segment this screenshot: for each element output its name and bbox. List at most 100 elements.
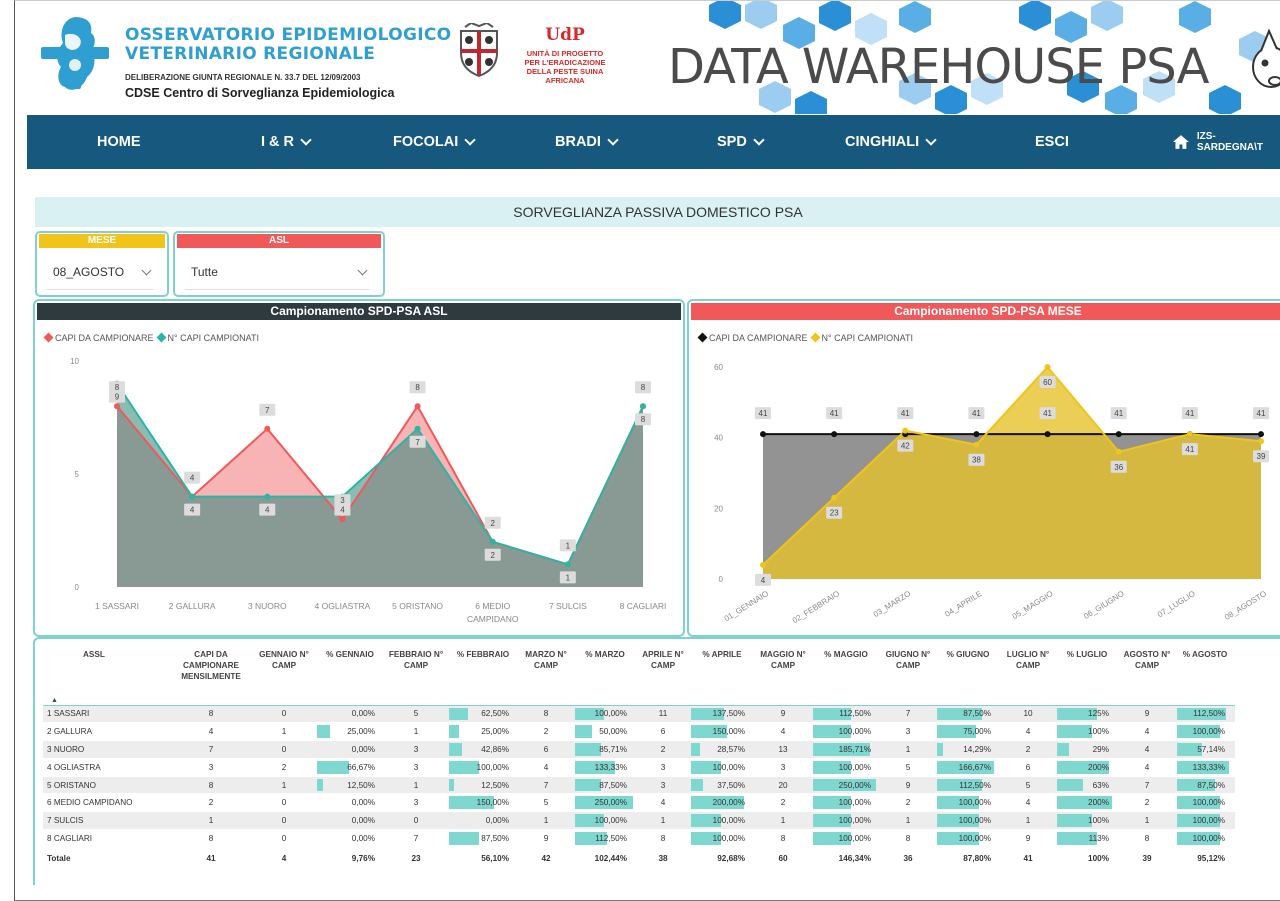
- cell-percent: 150,00%: [689, 722, 755, 742]
- chart-asl-title: Campionamento SPD-PSA ASL: [37, 303, 681, 320]
- percent-value: 100,00%: [958, 798, 991, 808]
- data-point: [1044, 364, 1051, 370]
- cell-percent: 42,86%: [447, 740, 519, 759]
- udp-subtitle: UNITÀ DI PROGETTO PER L'ERADICAZIONE DEL…: [515, 49, 615, 85]
- table-row[interactable]: 3 NUORO 7 0 0,00% 3 42,86% 6 85,71% 2 28,57% 13 185…: [43, 740, 1235, 759]
- legend-item[interactable]: N° CAPI CAMPIONATI: [156, 332, 259, 343]
- data-point: [189, 493, 196, 500]
- column-header[interactable]: % FEBBRAIO: [447, 647, 519, 705]
- percent-value: 100,00%: [838, 816, 871, 826]
- udp-line: DELLA PESTE SUINA: [526, 67, 604, 76]
- cell-assl: 1 SASSARI: [43, 704, 169, 724]
- nav-label: HOME: [97, 134, 141, 150]
- table-row[interactable]: 7 SULCIS 1 0 0,00% 0 0,00% 1 100,00% 1 100,00% 1 10…: [43, 811, 1235, 831]
- percent-value: 112,50%: [959, 780, 991, 790]
- total-count: 42: [519, 847, 573, 870]
- percent-value: 100,00%: [1192, 727, 1225, 737]
- percent-value: 42,86%: [481, 744, 509, 754]
- nav-i-r[interactable]: I & R: [261, 115, 312, 169]
- column-header[interactable]: % MARZO: [573, 647, 637, 705]
- nav-home[interactable]: HOME: [97, 115, 141, 169]
- cell-percent: 87,50%: [447, 829, 519, 848]
- table-row[interactable]: 8 CAGLIARI 8 0 0,00% 7 87,50% 9 112,50% 8 100,00%…: [43, 829, 1235, 848]
- percent-value: 14,29%: [963, 744, 991, 754]
- column-header[interactable]: ASSL: [43, 647, 169, 705]
- cell-count: 5: [1001, 776, 1055, 795]
- cell-percent: 250,00%: [811, 776, 881, 795]
- percent-value: 100,00%: [1192, 798, 1225, 808]
- cell-percent: 113%: [1055, 829, 1119, 848]
- legend-item[interactable]: N° CAPI CAMPIONATI: [810, 332, 913, 343]
- table-row[interactable]: 5 ORISTANO 8 1 12,50% 1 12,50% 7 87,50% 3 37,50% 2…: [43, 776, 1235, 795]
- cell-percent: 57,14%: [1175, 740, 1235, 759]
- cell-percent: 0,00%: [315, 793, 385, 813]
- month-slicer[interactable]: MESE 08_AGOSTO: [35, 231, 169, 297]
- section-title: SORVEGLIANZA PASSIVA DOMESTICO PSA: [35, 197, 1280, 227]
- chevron-down-icon: [607, 133, 619, 146]
- column-header[interactable]: CAPI DA CAMPIONARE MENSILMENTE: [169, 647, 253, 705]
- column-header[interactable]: MARZO N° CAMP: [519, 647, 573, 705]
- total-percent: 95,12%: [1175, 847, 1235, 870]
- total-count: 39: [1119, 847, 1175, 870]
- y-tick-label: 60: [714, 363, 723, 372]
- cell-percent: 100,00%: [935, 829, 1001, 848]
- cell-count: 2: [881, 793, 935, 813]
- cell-count: 11: [637, 704, 689, 724]
- cell-assl: 2 GALLURA: [43, 722, 169, 742]
- column-header[interactable]: APRILE N° CAMP: [637, 647, 689, 705]
- column-header[interactable]: GIUGNO N° CAMP: [881, 647, 935, 705]
- cell-capi: 8: [169, 704, 253, 724]
- column-header[interactable]: MAGGIO N° CAMP: [755, 647, 811, 705]
- nav-focolai[interactable]: FOCOLAI: [393, 115, 476, 169]
- nav-spd[interactable]: SPD: [717, 115, 765, 169]
- table-row[interactable]: 2 GALLURA 4 1 25,00% 1 25,00% 2 50,00% 6 150,00% 4…: [43, 722, 1235, 742]
- app-frame: OSSERVATORIO EPIDEMIOLOGICO VETERINARIO …: [14, 0, 1280, 901]
- nav-user[interactable]: IZS-SARDEGNA\T: [1173, 115, 1280, 169]
- column-header[interactable]: % AGOSTO: [1175, 647, 1235, 705]
- cell-count: 4: [1119, 740, 1175, 759]
- chart-asl-plot[interactable]: 05108473821894 4 472181 SASSARI 2 GALLURA 3 …: [35, 349, 683, 637]
- percent-value: 87,50%: [1197, 780, 1225, 790]
- nav-cinghiali[interactable]: CINGHIALI: [845, 115, 937, 169]
- column-header[interactable]: LUGLIO N° CAMP: [1001, 647, 1055, 705]
- chart-month-plot[interactable]: 0 20 40 60 41 41 41 41 41 41 41 41 4 23 42 38 60 36 41 39 01…: [689, 349, 1280, 637]
- nav-label: SPD: [717, 134, 747, 150]
- column-header[interactable]: % MAGGIO: [811, 647, 881, 705]
- cell-count: 0: [253, 829, 315, 848]
- column-header[interactable]: FEBBRAIO N° CAMP: [385, 647, 447, 705]
- data-label: 41: [1185, 409, 1194, 418]
- cell-percent: 112,50%: [935, 776, 1001, 795]
- column-header[interactable]: AGOSTO N° CAMP: [1119, 647, 1175, 705]
- banner-title: DATA WAREHOUSE PSA: [668, 39, 1209, 95]
- nav-bradi[interactable]: BRADI: [555, 115, 619, 169]
- cell-count: 1: [755, 811, 811, 831]
- percent-value: 250,00%: [838, 780, 871, 790]
- column-header[interactable]: GENNAIO N° CAMP: [253, 647, 315, 705]
- column-header[interactable]: % APRILE: [689, 647, 755, 705]
- table-row[interactable]: 6 MEDIO CAMPIDANO 2 0 0,00% 3 150,00% 5 250,00%…: [43, 793, 1235, 813]
- column-header[interactable]: % GIUGNO: [935, 647, 1001, 705]
- legend-item[interactable]: CAPI DA CAMPIONARE: [697, 332, 808, 343]
- percent-value: 50,00%: [599, 727, 627, 737]
- month-slicer-value: 08_AGOSTO: [53, 265, 125, 279]
- asl-slicer[interactable]: ASL Tutte: [173, 231, 385, 297]
- percent-bar: [449, 832, 479, 845]
- cell-count: 6: [637, 722, 689, 742]
- cell-count: 7: [1119, 776, 1175, 795]
- cell-count: 4: [1119, 758, 1175, 777]
- legend-item[interactable]: CAPI DA CAMPIONARE: [43, 332, 154, 343]
- column-header[interactable]: % GENNAIO: [315, 647, 385, 705]
- column-header[interactable]: % LUGLIO: [1055, 647, 1119, 705]
- udp-title: UdP: [545, 25, 585, 45]
- cell-percent: 0,00%: [315, 829, 385, 848]
- data-label: 4: [340, 506, 345, 515]
- percent-value: 200%: [1088, 762, 1109, 772]
- cell-count: 3: [755, 758, 811, 777]
- nav-esci[interactable]: ESCI: [1035, 115, 1069, 169]
- table-row[interactable]: 4 OGLIASTRA 3 2 66,67% 3 100,00% 4 133,33% 3 100,…: [43, 758, 1235, 777]
- samples-table-panel: ▲ ASSL CAPI DA CAMPIONARE MENSILMENTE GENN…: [33, 637, 1280, 885]
- cell-count: 1: [253, 776, 315, 795]
- cell-count: 2: [637, 740, 689, 759]
- table-row[interactable]: 1 SASSARI 8 0 0,00% 5 62,50% 8 100,00% 11 137,50%…: [43, 704, 1235, 724]
- chevron-down-icon: [357, 265, 368, 276]
